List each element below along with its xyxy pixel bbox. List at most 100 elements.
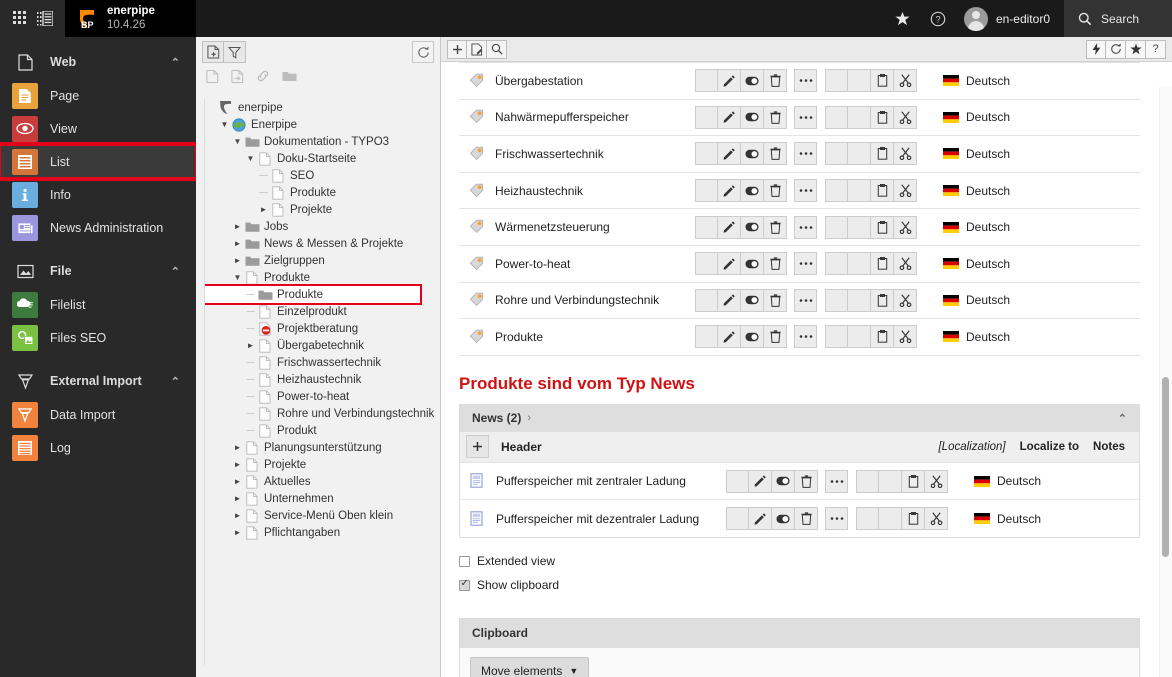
delete-button[interactable] xyxy=(764,288,787,312)
more-actions-button[interactable] xyxy=(794,179,817,203)
edit-button[interactable] xyxy=(749,507,772,530)
record-title[interactable]: Wärmenetzsteuerung xyxy=(495,220,610,234)
delete-button[interactable] xyxy=(764,325,787,349)
extended-view-row[interactable]: Extended view xyxy=(459,552,1154,571)
refresh-icon[interactable] xyxy=(412,41,434,63)
page-tree-node[interactable]: ─ Rohre und Verbindungstechnik xyxy=(205,405,434,422)
new-record-button[interactable] xyxy=(447,39,467,59)
grid-menu-icon[interactable] xyxy=(12,11,28,26)
tree-toggle-closed-icon[interactable]: ► xyxy=(231,528,244,537)
edit-button[interactable] xyxy=(718,252,741,276)
vertical-scrollbar[interactable] xyxy=(1159,87,1172,677)
more-actions-button[interactable] xyxy=(825,507,848,530)
page-tree-node[interactable]: ► Zielgruppen xyxy=(205,252,434,269)
cut-button[interactable] xyxy=(894,142,917,166)
edit-button[interactable] xyxy=(718,179,741,203)
tree-toggle-closed-icon[interactable]: ► xyxy=(231,239,244,248)
table-row[interactable]: Heizhaustechnik Deutsch xyxy=(459,172,1140,210)
chevron-up-icon[interactable]: ⌃ xyxy=(171,375,180,388)
paste-button[interactable] xyxy=(871,288,894,312)
table-row[interactable]: Rohre und Verbindungstechnik Deutsch xyxy=(459,282,1140,320)
search-button[interactable] xyxy=(487,39,507,59)
hide-button[interactable] xyxy=(741,179,764,203)
table-row[interactable]: Pufferspeicher mit dezentraler Ladung Deu… xyxy=(460,500,1141,537)
filter-icon[interactable] xyxy=(224,41,246,63)
edit-button[interactable] xyxy=(718,288,741,312)
page-tree-node[interactable]: ─ Einzelprodukt xyxy=(205,303,434,320)
page-tree-node[interactable]: ► Projekte xyxy=(205,456,434,473)
new-news-record-button[interactable] xyxy=(466,435,489,459)
edit-button[interactable] xyxy=(718,215,741,239)
tree-toggle-open-icon[interactable]: ▼ xyxy=(244,154,257,163)
delete-button[interactable] xyxy=(764,69,787,93)
more-actions-button[interactable] xyxy=(794,215,817,239)
table-row[interactable]: Wärmenetzsteuerung Deutsch xyxy=(459,208,1140,246)
page-tree-node[interactable]: ► News & Messen & Projekte xyxy=(205,235,434,252)
cut-button[interactable] xyxy=(894,179,917,203)
hide-button[interactable] xyxy=(741,69,764,93)
page-tree-node[interactable]: ► Planungsunterstützung xyxy=(205,439,434,456)
cut-button[interactable] xyxy=(894,288,917,312)
page-tree-node[interactable]: ► Jobs xyxy=(205,218,434,235)
record-title[interactable]: Nahwärmepufferspeicher xyxy=(495,110,629,124)
new-page-icon[interactable] xyxy=(202,41,224,63)
cut-button[interactable] xyxy=(925,469,948,493)
tree-toggle-closed-icon[interactable]: ► xyxy=(231,511,244,520)
show-clipboard-row[interactable]: Show clipboard xyxy=(459,576,1154,595)
tree-toggle-open-icon[interactable]: ▼ xyxy=(218,120,231,129)
hide-button[interactable] xyxy=(772,507,795,530)
more-actions-button[interactable] xyxy=(794,69,817,93)
record-title[interactable]: Heizhaustechnik xyxy=(495,184,583,198)
page-tree-node[interactable]: ► Service-Menü Oben klein xyxy=(205,507,434,524)
page-tree-node[interactable]: ► Übergabetechnik xyxy=(205,337,434,354)
paste-button[interactable] xyxy=(871,69,894,93)
hide-button[interactable] xyxy=(741,105,764,129)
more-actions-button[interactable] xyxy=(794,142,817,166)
delete-button[interactable] xyxy=(764,252,787,276)
delete-button[interactable] xyxy=(764,105,787,129)
module-group-external-import[interactable]: External Import ⌃ xyxy=(0,364,196,398)
tree-toggle-closed-icon[interactable]: ► xyxy=(231,222,244,231)
more-actions-button[interactable] xyxy=(794,325,817,349)
move-elements-button[interactable]: Move elements ▼ xyxy=(470,656,590,677)
table-row[interactable]: Produkte Deutsch xyxy=(459,318,1140,356)
hide-button[interactable] xyxy=(741,215,764,239)
page-tree-node[interactable]: ► Projekte xyxy=(205,201,434,218)
record-title[interactable]: Übergabestation xyxy=(495,74,583,88)
table-row[interactable]: Power-to-heat Deutsch xyxy=(459,245,1140,283)
help-button[interactable]: ? xyxy=(1146,39,1166,59)
reload-button[interactable] xyxy=(1106,39,1126,59)
more-actions-button[interactable] xyxy=(794,252,817,276)
table-row[interactable]: Pufferspeicher mit zentraler Ladung Deuts… xyxy=(460,462,1141,501)
table-row[interactable]: Übergabestation Deutsch xyxy=(459,62,1140,100)
paste-button[interactable] xyxy=(871,325,894,349)
edit-button[interactable] xyxy=(718,325,741,349)
page-tree-node[interactable]: ─ Projektberatung xyxy=(205,320,434,337)
chevron-up-icon[interactable]: ⌃ xyxy=(171,265,180,278)
clear-cache-button[interactable] xyxy=(1086,39,1106,59)
delete-button[interactable] xyxy=(795,507,818,530)
paste-button[interactable] xyxy=(871,105,894,129)
sidebar-item-info[interactable]: Info xyxy=(0,178,196,211)
hide-button[interactable] xyxy=(741,142,764,166)
tree-toggle-closed-icon[interactable]: ► xyxy=(231,460,244,469)
paste-button[interactable] xyxy=(871,179,894,203)
hide-button[interactable] xyxy=(772,469,795,493)
cut-button[interactable] xyxy=(894,252,917,276)
page-tree-node[interactable]: ─ Produkt xyxy=(205,422,434,439)
page-tree-node[interactable]: ▼ Doku-Startseite xyxy=(205,150,434,167)
sidebar-item-data-import[interactable]: Data Import xyxy=(0,398,196,431)
sidebar-item-page[interactable]: Page xyxy=(0,79,196,112)
table-row[interactable]: Frischwassertechnik Deutsch xyxy=(459,135,1140,173)
tree-toggle-closed-icon[interactable]: ► xyxy=(231,477,244,486)
tree-toggle-closed-icon[interactable]: ► xyxy=(231,494,244,503)
user-menu-button[interactable]: en-editor0 xyxy=(956,0,1064,37)
cut-button[interactable] xyxy=(894,69,917,93)
tree-toggle-closed-icon[interactable]: ► xyxy=(257,205,270,214)
bookmark-button[interactable] xyxy=(1126,39,1146,59)
news-panel-header[interactable]: News (2) › ⌃ xyxy=(460,404,1139,432)
page-tree-node[interactable]: ▼ Enerpipe xyxy=(205,116,434,133)
paste-button[interactable] xyxy=(871,142,894,166)
page-tree-node[interactable]: ─ Power-to-heat xyxy=(205,388,434,405)
page-tree-node[interactable]: ─ Heizhaustechnik xyxy=(205,371,434,388)
